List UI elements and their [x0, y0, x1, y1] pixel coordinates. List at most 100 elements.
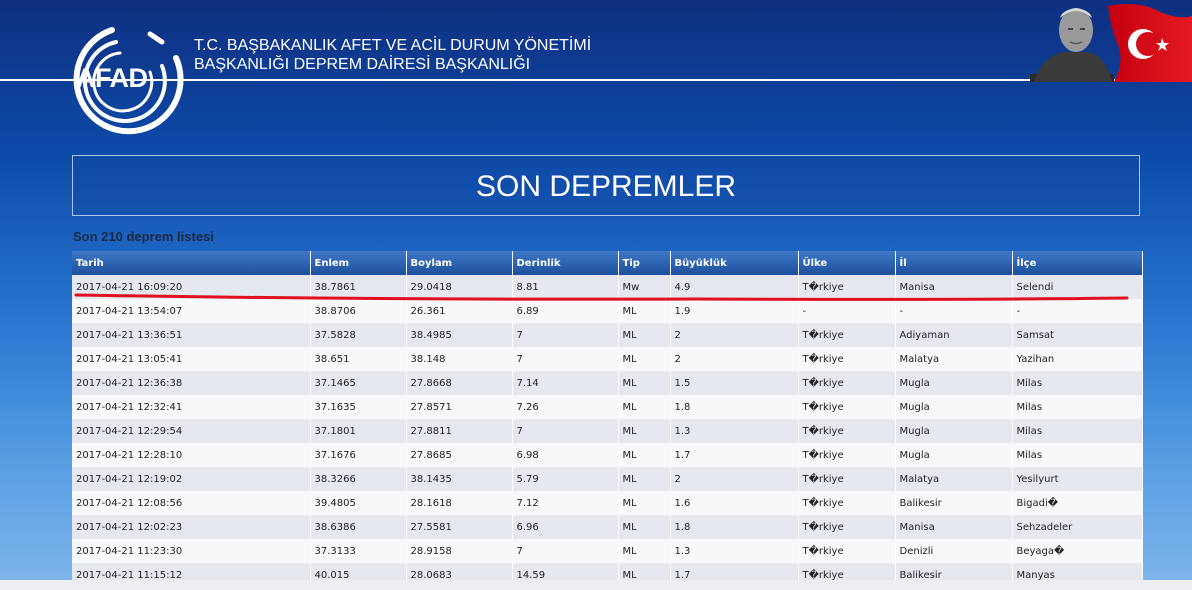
- table-cell: T�rkiye: [798, 491, 896, 515]
- table-row[interactable]: 2017-04-21 12:32:41 37.1635 27.8571 7.26 ML 1…: [72, 395, 1143, 419]
- table-row[interactable]: 2017-04-21 12:08:56 39.4805 28.1618 7.12 ML 1…: [72, 491, 1143, 515]
- page-title: SON DEPREMLER: [475, 170, 737, 203]
- table-cell: 1.5: [670, 371, 799, 395]
- column-header[interactable]: İlçe: [1012, 251, 1143, 275]
- table-cell: T�rkiye: [798, 347, 896, 371]
- table-cell: Milas: [1012, 443, 1143, 467]
- table-cell: 1.3: [670, 539, 799, 563]
- table-cell: 1.6: [670, 491, 799, 515]
- table-cell: Mugla: [895, 395, 1013, 419]
- table-cell: ML: [618, 467, 671, 491]
- table-cell: Yazihan: [1012, 347, 1143, 371]
- table-row[interactable]: 2017-04-21 13:36:51 37.5828 38.4985 7 ML 2 T�r…: [72, 323, 1143, 347]
- table-cell: Malatya: [895, 467, 1013, 491]
- table-cell: Adiyaman: [895, 323, 1013, 347]
- table-cell: T�rkiye: [798, 419, 896, 443]
- table-cell: Manisa: [895, 275, 1013, 299]
- table-cell: -: [895, 299, 1013, 323]
- table-cell: Bigadi�: [1012, 491, 1143, 515]
- table-row[interactable]: 2017-04-21 11:23:30 37.3133 28.9158 7 ML 1.3 T…: [72, 539, 1143, 563]
- table-cell: ML: [618, 347, 671, 371]
- table-cell: Mw: [618, 275, 671, 299]
- table-cell: Milas: [1012, 371, 1143, 395]
- table-cell: 6.89: [512, 299, 619, 323]
- column-header[interactable]: Büyüklük: [670, 251, 799, 275]
- earthquake-table: Tarih Enlem Boylam Derinlik Tip Büyüklük Ülke İ…: [72, 251, 1143, 587]
- table-cell: 38.1435: [406, 467, 513, 491]
- table-cell: 37.3133: [310, 539, 407, 563]
- table-cell: Selendi: [1012, 275, 1143, 299]
- table-cell: 7: [512, 323, 619, 347]
- table-cell: T�rkiye: [798, 395, 896, 419]
- table-cell: Mugla: [895, 371, 1013, 395]
- table-cell: T�rkiye: [798, 467, 896, 491]
- table-row[interactable]: 2017-04-21 12:28:10 37.1676 27.8685 6.98 ML 1…: [72, 443, 1143, 467]
- table-cell: 38.651: [310, 347, 407, 371]
- table-cell: Yesilyurt: [1012, 467, 1143, 491]
- table-cell: 2: [670, 323, 799, 347]
- table-cell: 27.8571: [406, 395, 513, 419]
- table-cell: ML: [618, 443, 671, 467]
- table-cell: 5.79: [512, 467, 619, 491]
- table-cell: 27.5581: [406, 515, 513, 539]
- table-cell: 28.9158: [406, 539, 513, 563]
- table-cell: ML: [618, 395, 671, 419]
- table-cell: T�rkiye: [798, 515, 896, 539]
- table-cell: -: [1012, 299, 1143, 323]
- column-header[interactable]: Derinlik: [512, 251, 619, 275]
- table-cell: 2017-04-21 12:32:41: [72, 395, 311, 419]
- table-body: 2017-04-21 16:09:20 38.7861 29.0418 8.81 Mw 4…: [72, 275, 1143, 587]
- table-cell: Milas: [1012, 419, 1143, 443]
- column-header[interactable]: Ülke: [798, 251, 896, 275]
- table-cell: 8.81: [512, 275, 619, 299]
- table-cell: Denizli: [895, 539, 1013, 563]
- page-title-box: SON DEPREMLER: [72, 155, 1140, 216]
- table-row[interactable]: 2017-04-21 12:36:38 37.1465 27.8668 7.14 ML 1…: [72, 371, 1143, 395]
- column-header[interactable]: İl: [895, 251, 1013, 275]
- column-header[interactable]: Tarih: [72, 251, 311, 275]
- table-row[interactable]: 2017-04-21 16:09:20 38.7861 29.0418 8.81 Mw 4…: [72, 275, 1143, 299]
- table-cell: Balikesir: [895, 491, 1013, 515]
- table-cell: 38.7861: [310, 275, 407, 299]
- table-cell: Milas: [1012, 395, 1143, 419]
- table-cell: 1.7: [670, 443, 799, 467]
- column-header[interactable]: Boylam: [406, 251, 513, 275]
- table-cell: Samsat: [1012, 323, 1143, 347]
- table-cell: 2017-04-21 12:29:54: [72, 419, 311, 443]
- table-cell: ML: [618, 539, 671, 563]
- table-row[interactable]: 2017-04-21 12:02:23 38.6386 27.5581 6.96 ML 1…: [72, 515, 1143, 539]
- table-cell: 7: [512, 419, 619, 443]
- ataturk-portrait-icon: [1030, 4, 1192, 82]
- table-cell: 2017-04-21 12:02:23: [72, 515, 311, 539]
- agency-line-2: BAŞKANLIĞI DEPREM DAİRESİ BAŞKANLIĞI: [194, 56, 531, 73]
- table-cell: 7: [512, 539, 619, 563]
- column-header[interactable]: Enlem: [310, 251, 407, 275]
- table-cell: 2: [670, 347, 799, 371]
- table-cell: ML: [618, 299, 671, 323]
- table-cell: Mugla: [895, 419, 1013, 443]
- table-cell: 2017-04-21 13:36:51: [72, 323, 311, 347]
- table-row[interactable]: 2017-04-21 12:19:02 38.3266 38.1435 5.79 ML 2…: [72, 467, 1143, 491]
- column-header[interactable]: Tip: [618, 251, 671, 275]
- table-cell: 1.8: [670, 515, 799, 539]
- table-cell: 4.9: [670, 275, 799, 299]
- table-cell: 7.26: [512, 395, 619, 419]
- table-cell: 37.1801: [310, 419, 407, 443]
- table-cell: ML: [618, 491, 671, 515]
- table-cell: 37.1676: [310, 443, 407, 467]
- table-row[interactable]: 2017-04-21 12:29:54 37.1801 27.8811 7 ML 1.3 T…: [72, 419, 1143, 443]
- table-cell: 37.1635: [310, 395, 407, 419]
- table-cell: ML: [618, 371, 671, 395]
- table-header-row: Tarih Enlem Boylam Derinlik Tip Büyüklük Ülke İ…: [72, 251, 1143, 275]
- table-cell: 26.361: [406, 299, 513, 323]
- table-row[interactable]: 2017-04-21 13:54:07 38.8706 26.361 6.89 ML 1.…: [72, 299, 1143, 323]
- table-cell: 7: [512, 347, 619, 371]
- table-cell: 2017-04-21 13:05:41: [72, 347, 311, 371]
- agency-name: T.C. BAŞBAKANLIK AFET VE ACİL DURUM YÖNE…: [194, 36, 591, 74]
- table-cell: Sehzadeler: [1012, 515, 1143, 539]
- table-cell: -: [798, 299, 896, 323]
- table-cell: 2: [670, 467, 799, 491]
- table-row[interactable]: 2017-04-21 13:05:41 38.651 38.148 7 ML 2 T�rki…: [72, 347, 1143, 371]
- table-cell: 28.1618: [406, 491, 513, 515]
- table-cell: Beyaga�: [1012, 539, 1143, 563]
